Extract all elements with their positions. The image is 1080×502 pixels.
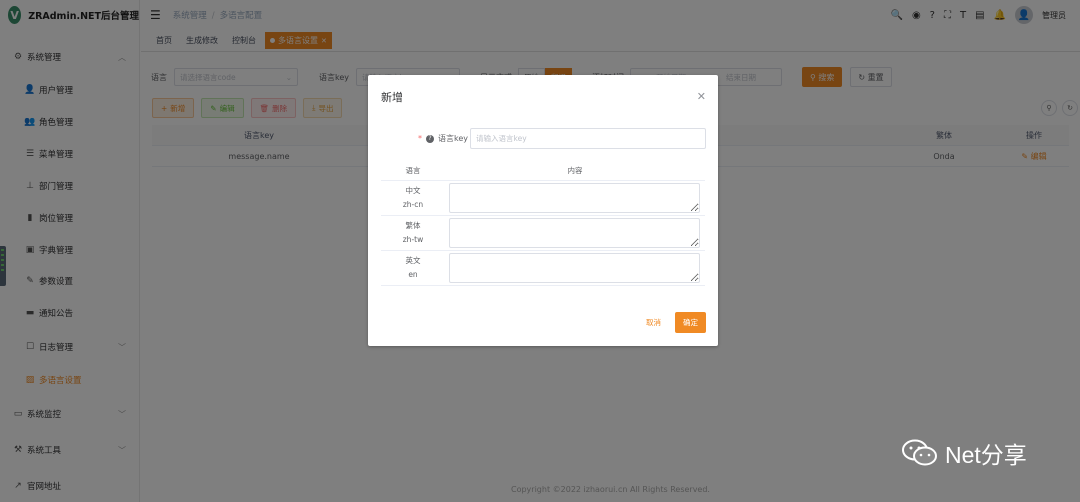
language-code: en xyxy=(408,270,418,279)
language-cell: 中文 zh-cn xyxy=(381,184,445,212)
confirm-button[interactable]: 确定 xyxy=(675,312,706,333)
language-name: 繁体 xyxy=(405,221,421,230)
language-name: 中文 xyxy=(405,186,421,195)
content-textarea-zh-tw[interactable] xyxy=(449,218,700,248)
dialog-key-label: * ? 语言key xyxy=(408,133,468,144)
language-row: 繁体 zh-tw xyxy=(381,216,705,251)
language-cell: 繁体 zh-tw xyxy=(381,219,445,247)
watermark: Net分享 xyxy=(902,436,1027,470)
column-header: 语言 xyxy=(405,165,421,175)
dialog-footer: 取消 确定 xyxy=(640,312,706,333)
dialog-key-input[interactable]: 请输入语言key xyxy=(470,128,706,149)
watermark-text: Net分享 xyxy=(945,442,1027,468)
language-table-header: 语言 内容 xyxy=(381,161,705,181)
language-row: 英文 en xyxy=(381,251,705,286)
cancel-button[interactable]: 取消 xyxy=(640,312,667,333)
wechat-icon xyxy=(902,439,937,466)
dialog-key-label-text: 语言key xyxy=(437,134,468,143)
language-cell: 英文 en xyxy=(381,254,445,282)
language-row: 中文 zh-cn xyxy=(381,181,705,216)
required-mark: * xyxy=(417,134,422,143)
question-icon[interactable]: ? xyxy=(425,134,434,143)
language-code: zh-cn xyxy=(402,200,424,209)
column-header: 内容 xyxy=(567,166,583,175)
add-dialog: 新增 ✕ * ? 语言key 请输入语言key 语言 内容 中文 zh-cn 繁体… xyxy=(368,75,718,346)
close-icon[interactable]: ✕ xyxy=(697,90,706,103)
content-textarea-en[interactable] xyxy=(449,253,700,283)
language-content-table: 语言 内容 中文 zh-cn 繁体 zh-tw 英文 en xyxy=(381,161,705,286)
language-code: zh-tw xyxy=(402,235,424,244)
content-textarea-zh-cn[interactable] xyxy=(449,183,700,213)
dialog-title: 新增 xyxy=(381,91,403,104)
language-name: 英文 xyxy=(405,256,421,265)
